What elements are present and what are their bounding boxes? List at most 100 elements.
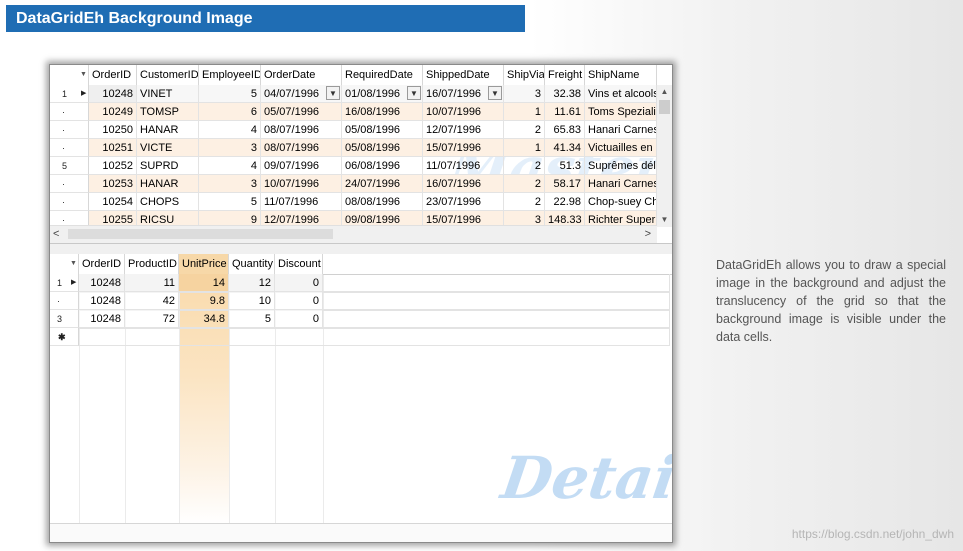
table-row[interactable]: · 10250 HANAR 4 08/07/1996 05/08/1996 12/07/19… xyxy=(50,121,657,139)
scroll-up-icon[interactable]: ▲ xyxy=(657,85,672,99)
cell-shipvia[interactable]: 2 xyxy=(504,157,545,175)
scroll-down-icon[interactable]: ▼ xyxy=(657,213,672,227)
master-col-header-shipvia[interactable]: ShipVia xyxy=(504,65,545,85)
cell-requireddate[interactable]: 24/07/1996 xyxy=(342,175,423,193)
cell-customerid[interactable]: VINET xyxy=(137,85,199,103)
detail-col-header-productid[interactable]: ProductID xyxy=(125,254,179,274)
cell-shipname[interactable]: Hanari Carnes xyxy=(585,121,657,139)
cell-shipname[interactable]: Victuailles en xyxy=(585,139,657,157)
cell-orderdate[interactable]: 11/07/1996 xyxy=(261,193,342,211)
row-indicator[interactable]: · xyxy=(50,193,89,211)
cell-discount[interactable]: 0 xyxy=(275,292,323,310)
cell-orderid[interactable]: 10254 xyxy=(89,193,137,211)
table-row[interactable]: 3 10248 72 34.8 5 0 xyxy=(50,310,670,329)
cell-orderid[interactable]: 10251 xyxy=(89,139,137,157)
cell-orderdate[interactable]: 05/07/1996 xyxy=(261,103,342,121)
table-row[interactable]: · 10253 HANAR 3 10/07/1996 24/07/1996 16/07/19… xyxy=(50,175,657,193)
cell-quantity[interactable]: 12 xyxy=(229,274,275,292)
cell-orderid[interactable]: 10252 xyxy=(89,157,137,175)
cell-employeeid[interactable]: 6 xyxy=(199,103,261,121)
table-row[interactable]: 1 ▶ 10248 VINET 5 04/07/1996 ▼ 01/08/1996 ▼ 16/07… xyxy=(50,85,657,103)
detail-col-header-unitprice[interactable]: UnitPrice xyxy=(179,254,229,274)
cell-orderdate[interactable]: 08/07/1996 xyxy=(261,139,342,157)
detail-grid[interactable]: Detail ▼ OrderID ProductID UnitPrice Quanti… xyxy=(50,254,672,542)
cell-orderid[interactable]: 10248 xyxy=(79,310,125,328)
master-horizontal-scrollbar[interactable]: < > xyxy=(50,225,657,243)
cell-quantity[interactable]: 5 xyxy=(229,310,275,328)
cell-freight[interactable]: 11.61 xyxy=(545,103,585,121)
cell-shipvia[interactable]: 2 xyxy=(504,175,545,193)
cell-requireddate[interactable]: 05/08/1996 xyxy=(342,139,423,157)
cell-requireddate[interactable]: 05/08/1996 xyxy=(342,121,423,139)
cell-orderdate[interactable]: 10/07/1996 xyxy=(261,175,342,193)
cell-employeeid[interactable]: 5 xyxy=(199,193,261,211)
table-row[interactable]: 5 10252 SUPRD 4 09/07/1996 06/08/1996 11/07/19… xyxy=(50,157,657,175)
cell-shipname[interactable]: Toms Speziali xyxy=(585,103,657,121)
table-row[interactable]: · 10254 CHOPS 5 11/07/1996 08/08/1996 23/07/19… xyxy=(50,193,657,211)
cell-orderdate[interactable]: 08/07/1996 xyxy=(261,121,342,139)
row-indicator[interactable]: 3 xyxy=(50,310,79,328)
master-indicator-header[interactable]: ▼ xyxy=(50,65,89,85)
cell-freight[interactable]: 51.3 xyxy=(545,157,585,175)
master-col-header-orderdate[interactable]: OrderDate xyxy=(261,65,342,85)
cell-shippeddate[interactable]: 23/07/1996 xyxy=(423,193,504,211)
table-row[interactable]: · 10251 VICTE 3 08/07/1996 05/08/1996 15/07/19… xyxy=(50,139,657,157)
cell-requireddate[interactable]: 01/08/1996 ▼ xyxy=(342,85,423,103)
table-row[interactable]: 1 ▶ 10248 11 14 12 0 xyxy=(50,274,670,293)
master-col-header-employeeid[interactable]: EmployeeID xyxy=(199,65,261,85)
cell-customerid[interactable]: VICTE xyxy=(137,139,199,157)
new-row[interactable]: ✱ xyxy=(50,328,670,346)
cell-shipname[interactable]: Chop-suey Ch xyxy=(585,193,657,211)
row-indicator[interactable]: 1 ▶ xyxy=(50,85,89,103)
row-indicator[interactable]: · xyxy=(50,139,89,157)
table-row[interactable]: · 10248 42 9.8 10 0 xyxy=(50,292,670,311)
cell-orderid[interactable]: 10253 xyxy=(89,175,137,193)
cell-requireddate[interactable]: 08/08/1996 xyxy=(342,193,423,211)
row-indicator[interactable]: · xyxy=(50,121,89,139)
cell-shippeddate[interactable]: 11/07/1996 xyxy=(423,157,504,175)
cell-productid[interactable]: 42 xyxy=(125,292,179,310)
cell-quantity[interactable]: 10 xyxy=(229,292,275,310)
cell-discount[interactable]: 0 xyxy=(275,310,323,328)
cell-orderid[interactable]: 10248 xyxy=(79,292,125,310)
cell-freight[interactable]: 41.34 xyxy=(545,139,585,157)
cell-freight[interactable]: 22.98 xyxy=(545,193,585,211)
dropdown-chevron-icon[interactable]: ▼ xyxy=(326,86,340,100)
cell-customerid[interactable]: HANAR xyxy=(137,175,199,193)
detail-indicator-header[interactable]: ▼ xyxy=(50,254,79,274)
cell-requireddate[interactable]: 06/08/1996 xyxy=(342,157,423,175)
detail-col-header-quantity[interactable]: Quantity xyxy=(229,254,275,274)
cell-discount[interactable]: 0 xyxy=(275,274,323,292)
cell-orderdate[interactable]: 09/07/1996 xyxy=(261,157,342,175)
cell-employeeid[interactable]: 4 xyxy=(199,157,261,175)
cell-shipvia[interactable]: 1 xyxy=(504,103,545,121)
cell-shipvia[interactable]: 2 xyxy=(504,121,545,139)
row-indicator[interactable]: · xyxy=(50,175,89,193)
cell-unitprice[interactable]: 14 xyxy=(179,274,229,292)
dropdown-chevron-icon[interactable]: ▼ xyxy=(488,86,502,100)
detail-col-header-orderid[interactable]: OrderID xyxy=(79,254,125,274)
cell-shippeddate[interactable]: 10/07/1996 xyxy=(423,103,504,121)
row-indicator[interactable]: ✱ xyxy=(50,328,79,346)
cell-customerid[interactable]: SUPRD xyxy=(137,157,199,175)
row-indicator[interactable]: 5 xyxy=(50,157,89,175)
table-row[interactable]: · 10249 TOMSP 6 05/07/1996 16/08/1996 10/07/19… xyxy=(50,103,657,121)
cell-orderid[interactable]: 10249 xyxy=(89,103,137,121)
cell-productid[interactable]: 11 xyxy=(125,274,179,292)
detail-col-header-discount[interactable]: Discount xyxy=(275,254,323,274)
cell-freight[interactable]: 58.17 xyxy=(545,175,585,193)
cell-orderid[interactable]: 10250 xyxy=(89,121,137,139)
cell-shipname[interactable]: Vins et alcools xyxy=(585,85,657,103)
scroll-left-icon[interactable]: < xyxy=(53,228,59,240)
cell-customerid[interactable]: HANAR xyxy=(137,121,199,139)
cell-orderid[interactable]: 10248 xyxy=(89,85,137,103)
row-indicator[interactable]: 1 ▶ xyxy=(50,274,79,292)
master-col-header-customerid[interactable]: CustomerID xyxy=(137,65,199,85)
cell-orderdate[interactable]: 04/07/1996 ▼ xyxy=(261,85,342,103)
master-col-header-requireddate[interactable]: RequiredDate xyxy=(342,65,423,85)
cell-shipname[interactable]: Hanari Carnes xyxy=(585,175,657,193)
master-col-header-freight[interactable]: Freight xyxy=(545,65,585,85)
cell-shippeddate[interactable]: 12/07/1996 xyxy=(423,121,504,139)
cell-productid[interactable]: 72 xyxy=(125,310,179,328)
cell-shipvia[interactable]: 1 xyxy=(504,139,545,157)
